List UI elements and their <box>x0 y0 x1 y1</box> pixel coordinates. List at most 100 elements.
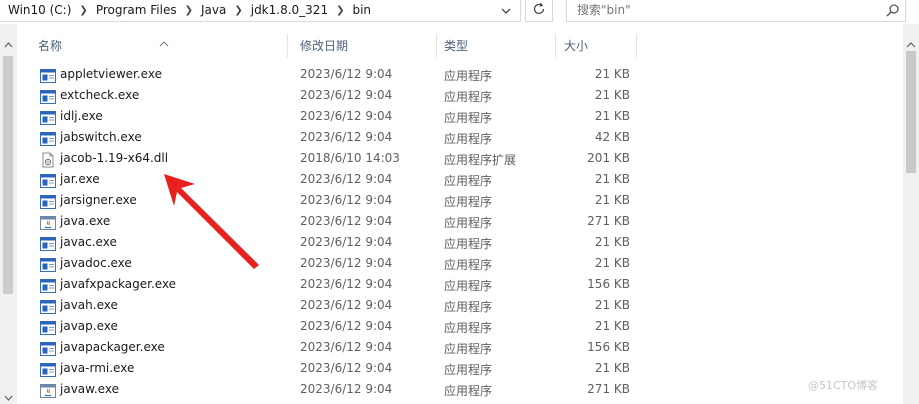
file-size: 21 KB <box>594 193 630 207</box>
exe-icon <box>40 278 56 294</box>
file-size: 21 KB <box>594 361 630 375</box>
file-list: appletviewer.exe 2023/6/12 9:04 应用程序 21 KB e… <box>0 0 900 404</box>
file-row[interactable]: javaw.exe 2023/6/12 9:04 应用程序 271 KB <box>38 380 630 401</box>
file-date-modified: 2023/6/12 9:04 <box>300 340 393 354</box>
file-name: jar.exe <box>60 172 100 186</box>
file-name: java.exe <box>60 214 111 228</box>
file-date-modified: 2023/6/12 9:04 <box>300 109 393 123</box>
file-type: 应用程序 <box>444 195 493 209</box>
file-date-modified: 2023/6/12 9:04 <box>300 256 393 270</box>
file-name: javah.exe <box>60 298 118 312</box>
exe-icon <box>40 320 56 336</box>
file-date-modified: 2023/6/12 9:04 <box>300 319 393 333</box>
file-date-modified: 2023/6/12 9:04 <box>300 193 393 207</box>
file-row[interactable]: idlj.exe 2023/6/12 9:04 应用程序 21 KB <box>38 107 630 128</box>
file-name: javadoc.exe <box>60 256 132 270</box>
file-name: jacob-1.19-x64.dll <box>60 151 169 165</box>
file-size: 156 KB <box>587 277 630 291</box>
exe-icon <box>40 236 56 252</box>
file-name: java-rmi.exe <box>60 361 135 375</box>
file-size: 21 KB <box>594 298 630 312</box>
file-row[interactable]: javafxpackager.exe 2023/6/12 9:04 应用程序 156 … <box>38 275 630 296</box>
file-name: extcheck.exe <box>60 88 140 102</box>
file-type: 应用程序 <box>444 132 493 146</box>
file-name: javac.exe <box>60 235 117 249</box>
file-type: 应用程序 <box>444 237 493 251</box>
file-type: 应用程序 <box>444 174 493 188</box>
file-row[interactable]: jabswitch.exe 2023/6/12 9:04 应用程序 42 KB <box>38 128 630 149</box>
exe-icon <box>40 131 56 147</box>
file-size: 21 KB <box>594 88 630 102</box>
file-type: 应用程序 <box>444 258 493 272</box>
file-date-modified: 2023/6/12 9:04 <box>300 361 393 375</box>
file-name: jarsigner.exe <box>60 193 137 207</box>
file-size: 271 KB <box>587 214 630 228</box>
file-date-modified: 2023/6/12 9:04 <box>300 298 393 312</box>
dll-icon <box>40 152 56 168</box>
file-type: 应用程序 <box>444 300 493 314</box>
file-size: 271 KB <box>587 382 630 396</box>
file-row[interactable]: appletviewer.exe 2023/6/12 9:04 应用程序 21 KB <box>38 65 630 86</box>
file-name: javafxpackager.exe <box>60 277 177 291</box>
file-row[interactable]: jarsigner.exe 2023/6/12 9:04 应用程序 21 KB <box>38 191 630 212</box>
file-row[interactable]: jacob-1.19-x64.dll 2018/6/10 14:03 应用程序扩展 2… <box>38 149 630 170</box>
exe-icon <box>40 89 56 105</box>
file-size: 21 KB <box>594 67 630 81</box>
file-date-modified: 2023/6/12 9:04 <box>300 88 393 102</box>
file-size: 21 KB <box>594 109 630 123</box>
scrollbar-thumb[interactable] <box>906 51 916 173</box>
file-size: 21 KB <box>594 256 630 270</box>
file-type: 应用程序 <box>444 342 493 356</box>
file-name: appletviewer.exe <box>60 67 162 81</box>
file-type: 应用程序 <box>444 111 493 125</box>
file-size: 42 KB <box>594 130 630 144</box>
exe-icon <box>40 110 56 126</box>
file-date-modified: 2023/6/12 9:04 <box>300 214 393 228</box>
file-list-scrollbar[interactable] <box>903 24 919 404</box>
file-type: 应用程序 <box>444 216 493 230</box>
file-name: javaw.exe <box>60 382 119 396</box>
file-date-modified: 2023/6/12 9:04 <box>300 172 393 186</box>
file-row[interactable]: javac.exe 2023/6/12 9:04 应用程序 21 KB <box>38 233 630 254</box>
file-row[interactable]: javap.exe 2023/6/12 9:04 应用程序 21 KB <box>38 317 630 338</box>
file-size: 21 KB <box>594 235 630 249</box>
file-name: jabswitch.exe <box>60 130 142 144</box>
exe-icon <box>40 68 56 84</box>
file-row[interactable]: jar.exe 2023/6/12 9:04 应用程序 21 KB <box>38 170 630 191</box>
exe-icon <box>40 362 56 378</box>
exe-icon <box>40 341 56 357</box>
file-type: 应用程序 <box>444 279 493 293</box>
file-name: javap.exe <box>60 319 118 333</box>
file-row[interactable]: javapackager.exe 2023/6/12 9:04 应用程序 156 KB <box>38 338 630 359</box>
file-name: javapackager.exe <box>60 340 165 354</box>
java-icon <box>40 383 56 399</box>
file-date-modified: 2018/6/10 14:03 <box>300 151 400 165</box>
exe-icon <box>40 257 56 273</box>
file-row[interactable]: java.exe 2023/6/12 9:04 应用程序 271 KB <box>38 212 630 233</box>
file-type: 应用程序 <box>444 384 493 398</box>
file-date-modified: 2023/6/12 9:04 <box>300 382 393 396</box>
file-type: 应用程序 <box>444 363 493 377</box>
file-type: 应用程序 <box>444 69 493 83</box>
file-row[interactable]: javah.exe 2023/6/12 9:04 应用程序 21 KB <box>38 296 630 317</box>
file-row[interactable]: javadoc.exe 2023/6/12 9:04 应用程序 21 KB <box>38 254 630 275</box>
file-size: 156 KB <box>587 340 630 354</box>
exe-icon <box>40 194 56 210</box>
file-type: 应用程序 <box>444 321 493 335</box>
java-icon <box>40 215 56 231</box>
file-date-modified: 2023/6/12 9:04 <box>300 67 393 81</box>
file-type: 应用程序 <box>444 90 493 104</box>
file-date-modified: 2023/6/12 9:04 <box>300 277 393 291</box>
scroll-up-icon[interactable] <box>906 37 916 51</box>
exe-icon <box>40 173 56 189</box>
file-size: 21 KB <box>594 319 630 333</box>
file-row[interactable]: extcheck.exe 2023/6/12 9:04 应用程序 21 KB <box>38 86 630 107</box>
file-row[interactable]: java-rmi.exe 2023/6/12 9:04 应用程序 21 KB <box>38 359 630 380</box>
exe-icon <box>40 299 56 315</box>
file-size: 201 KB <box>587 151 630 165</box>
file-type: 应用程序扩展 <box>444 153 517 167</box>
file-name: idlj.exe <box>60 109 103 123</box>
watermark: @51CTO博客 <box>808 379 879 392</box>
file-date-modified: 2023/6/12 9:04 <box>300 235 393 249</box>
file-date-modified: 2023/6/12 9:04 <box>300 130 393 144</box>
